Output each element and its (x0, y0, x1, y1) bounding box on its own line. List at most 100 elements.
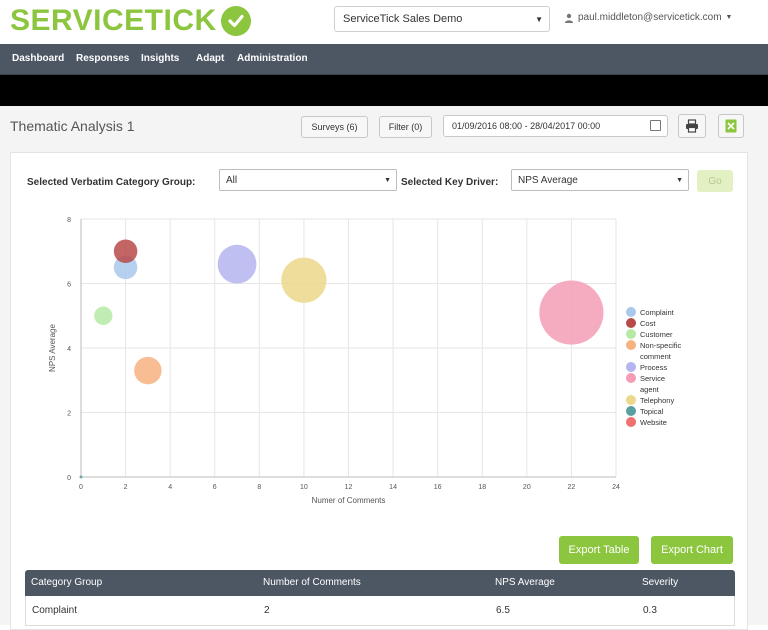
x-tick-label: 16 (434, 484, 442, 491)
cell-number-of-comments: 2 (264, 605, 270, 616)
x-tick-label: 12 (345, 484, 353, 491)
user-email: paul.middleton@servicetick.com (578, 12, 722, 23)
x-tick-label: 2 (124, 484, 128, 491)
nav-administration[interactable]: Administration (237, 53, 308, 64)
surveys-button[interactable]: Surveys (6) (301, 116, 368, 138)
legend-swatch (626, 318, 636, 328)
y-tick-label: 0 (67, 475, 71, 482)
column-header-category-group[interactable]: Category Group (31, 577, 102, 588)
legend-label: Topical (640, 407, 664, 416)
y-tick-label: 8 (67, 217, 71, 224)
key-driver-label: Selected Key Driver: (401, 177, 499, 188)
legend-label: Customer (640, 330, 673, 339)
legend-swatch (626, 417, 636, 427)
cell-nps-average: 6.5 (496, 605, 510, 616)
print-icon (686, 119, 698, 133)
export-excel-button[interactable] (718, 114, 744, 138)
legend-swatch (626, 307, 636, 317)
date-range-value: 01/09/2016 08:00 - 28/04/2017 00:00 (452, 121, 601, 131)
x-tick-label: 22 (568, 484, 576, 491)
legend-swatch (626, 373, 636, 383)
export-chart-button[interactable]: Export Chart (651, 536, 733, 564)
legend-label: Process (640, 363, 667, 372)
legend-label: Telephony (640, 396, 674, 405)
category-group-value: All (226, 175, 238, 186)
x-tick-label: 24 (612, 484, 620, 491)
x-tick-label: 18 (478, 484, 486, 491)
legend-swatch (626, 406, 636, 416)
legend-swatch (626, 340, 636, 350)
filter-button[interactable]: Filter (0) (379, 116, 432, 138)
nav-responses[interactable]: Responses (76, 53, 129, 64)
bubble-topical (79, 475, 83, 479)
bubble-cost (113, 239, 138, 264)
bubble-telephony (281, 257, 327, 303)
bubble-process (217, 244, 257, 284)
legend-label: Website (640, 418, 667, 427)
legend-label: Non-specific (640, 341, 682, 350)
nav-adapt[interactable]: Adapt (196, 53, 224, 64)
x-tick-label: 0 (79, 484, 83, 491)
excel-icon (725, 119, 737, 133)
column-header-nps-average[interactable]: NPS Average (495, 577, 555, 588)
category-group-select[interactable]: All ▼ (219, 169, 397, 191)
bubble-service-agent (539, 280, 604, 345)
logo-text-tick: TICK (144, 4, 217, 37)
y-tick-label: 4 (67, 346, 71, 353)
key-driver-value: NPS Average (518, 175, 578, 186)
analysis-card: Selected Verbatim Category Group: All ▼ … (10, 152, 748, 630)
page-content: Thematic Analysis 1 Surveys (6) Filter (… (0, 106, 768, 630)
cell-category-group: Complaint (32, 605, 78, 616)
calendar-icon[interactable] (650, 120, 661, 131)
legend-label: Cost (640, 319, 656, 328)
table-row[interactable]: Complaint 2 6.5 0.3 (25, 596, 735, 626)
bubble-customer (94, 306, 113, 325)
legend-label: comment (640, 352, 672, 361)
x-tick-label: 4 (168, 484, 172, 491)
x-tick-label: 20 (523, 484, 531, 491)
logo-text-service: SERVICE (10, 4, 145, 37)
results-table: Category Group Number of Comments NPS Av… (25, 570, 735, 626)
table-header: Category Group Number of Comments NPS Av… (25, 570, 735, 596)
bubble-chart: 0 2 4 6 8 10 12 14 16 18 20 22 24 0 2 4 6 8 Numer of Comme… (25, 215, 735, 535)
key-driver-select[interactable]: NPS Average ▼ (511, 169, 689, 191)
legend-swatch (626, 395, 636, 405)
date-range-input[interactable]: 01/09/2016 08:00 - 28/04/2017 00:00 (443, 115, 668, 137)
nav-dashboard[interactable]: Dashboard (12, 53, 64, 64)
print-button[interactable] (678, 114, 706, 138)
servicetick-logo[interactable]: SERVICETICK (10, 4, 251, 38)
y-axis-label: NPS Average (48, 324, 57, 372)
column-header-number-of-comments[interactable]: Number of Comments (263, 577, 361, 588)
x-tick-label: 10 (300, 484, 308, 491)
legend-label: agent (640, 385, 660, 394)
legend-label: Service (640, 374, 665, 383)
main-nav: Dashboard Responses Insights Adapt Admin… (0, 44, 768, 75)
legend-label: Complaint (640, 308, 675, 317)
chevron-down-icon: ▼ (384, 177, 391, 184)
x-axis-label: Numer of Comments (312, 496, 386, 505)
column-header-severity[interactable]: Severity (642, 577, 678, 588)
logo-check-icon (220, 6, 251, 36)
cell-severity: 0.3 (643, 605, 657, 616)
chevron-down-icon: ▼ (535, 15, 543, 24)
x-tick-label: 14 (389, 484, 397, 491)
legend-swatch (626, 362, 636, 372)
top-bar: SERVICETICK ServiceTick Sales Demo ▼ pau… (0, 0, 768, 44)
legend-swatch (626, 329, 636, 339)
nav-insights[interactable]: Insights (141, 53, 179, 64)
x-tick-label: 6 (213, 484, 217, 491)
go-button[interactable]: Go (697, 170, 733, 192)
page-title: Thematic Analysis 1 (10, 118, 135, 134)
black-banner (0, 75, 768, 106)
bubble-chart-svg: 0 2 4 6 8 10 12 14 16 18 20 22 2402468Numer of Comme… (48, 217, 682, 505)
export-table-button[interactable]: Export Table (559, 536, 639, 564)
chevron-down-icon: ▼ (676, 177, 683, 184)
bubble-non-specific-comment (134, 356, 162, 385)
chevron-down-icon: ▼ (725, 14, 733, 21)
x-tick-label: 8 (257, 484, 261, 491)
y-tick-label: 6 (67, 282, 71, 289)
category-group-label: Selected Verbatim Category Group: (27, 177, 196, 188)
user-menu[interactable]: paul.middleton@servicetick.com ▼ (564, 12, 732, 23)
account-select-value: ServiceTick Sales Demo (343, 13, 463, 25)
account-select[interactable]: ServiceTick Sales Demo ▼ (334, 6, 550, 32)
